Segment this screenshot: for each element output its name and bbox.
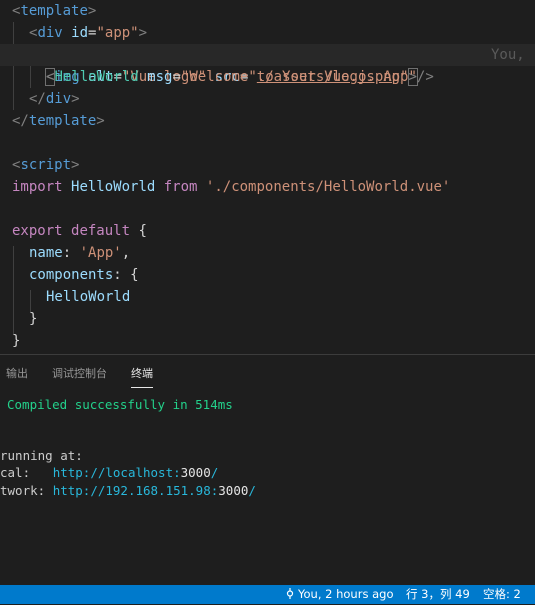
indent-guide — [13, 246, 14, 334]
code-line: <script> — [12, 157, 80, 173]
code-line: <template> — [12, 3, 97, 19]
tab-output[interactable]: 输出 — [6, 365, 28, 387]
terminal-network-line: twork: http://192.168.151.98:3000/ — [0, 483, 256, 498]
code-line: <HelloWorld msg="Welcome to Your Vue.js … — [46, 69, 434, 85]
status-bar: You, 2 hours ago 行 3，列 49 空格: 2 — [0, 585, 535, 604]
code-line-current: <img alt="Vue logo" src="./assets/logo.p… — [0, 44, 535, 86]
code-line: name: 'App', — [29, 245, 131, 261]
inline-blame: You, — [491, 47, 525, 63]
git-blame-item[interactable]: You, 2 hours ago — [286, 585, 393, 604]
code-line: components: { — [29, 267, 139, 283]
tab-terminal[interactable]: 终端 — [131, 365, 153, 388]
git-commit-icon — [286, 586, 294, 599]
code-line: } — [29, 311, 38, 327]
network-url-link[interactable]: http://192.168.151.98:3000/ — [53, 483, 256, 498]
code-line: import HelloWorld from './components/Hel… — [12, 179, 451, 195]
terminal-running-at: running at: — [0, 448, 83, 463]
indentation-spaces[interactable]: 空格: 2 — [483, 585, 521, 604]
code-line: } — [12, 333, 21, 349]
code-line: <div id="app"> — [29, 25, 148, 41]
code-line: </div> — [29, 91, 80, 107]
code-line: </template> — [12, 113, 105, 129]
code-editor[interactable]: <template> <div id="app"> <img alt="Vue … — [0, 0, 535, 354]
bottom-panel: 输出 调试控制台 终端 Compiled successfully in 514… — [0, 354, 535, 586]
local-url-link[interactable]: http://localhost:3000/ — [53, 465, 219, 480]
tab-debug-console[interactable]: 调试控制台 — [52, 365, 107, 387]
code-line: HelloWorld — [46, 289, 131, 305]
terminal-compiled-message: Compiled successfully in 514ms — [7, 397, 233, 412]
code-line: export default { — [12, 223, 147, 239]
terminal-local-line: cal: http://localhost:3000/ — [0, 465, 219, 480]
cursor-position[interactable]: 行 3，列 49 — [406, 585, 470, 604]
